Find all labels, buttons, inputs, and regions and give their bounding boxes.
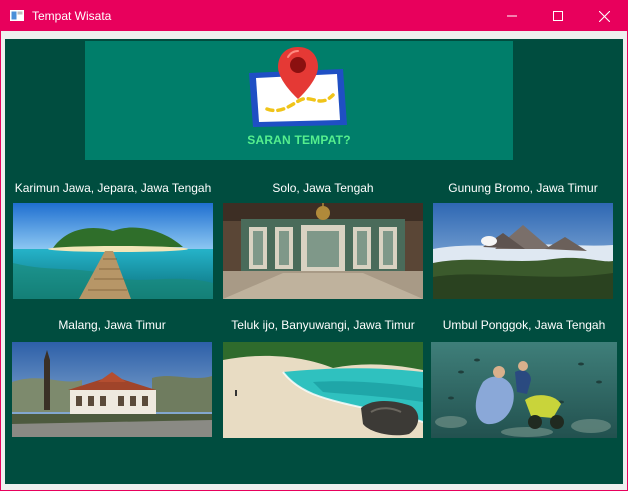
green-bay-beach-photo[interactable] <box>223 342 423 438</box>
minimize-icon <box>507 15 517 17</box>
minimize-button[interactable] <box>489 1 535 31</box>
header-panel: SARAN TEMPAT? <box>85 41 513 160</box>
palace-hall-photo[interactable] <box>223 203 423 299</box>
main-panel: SARAN TEMPAT? Karimun Jawa, Jepara, Jawa… <box>5 39 623 484</box>
title-bar[interactable]: Tempat Wisata <box>1 1 627 31</box>
app-window: Tempat Wisata SARAN TEMPAT? Karimun Jawa… <box>0 0 628 491</box>
map-pin-icon <box>249 47 347 127</box>
window-title: Tempat Wisata <box>32 9 112 23</box>
volcano-photo[interactable] <box>433 203 613 299</box>
place-label-malang: Malang, Jawa Timur <box>58 318 166 332</box>
underwater-scooter-photo[interactable] <box>431 342 617 438</box>
place-label-karimun: Karimun Jawa, Jepara, Jawa Tengah <box>14 181 212 195</box>
maximize-icon <box>553 11 563 21</box>
window-app-icon <box>10 10 24 21</box>
maximize-button[interactable] <box>535 1 581 31</box>
island-pier-photo[interactable] <box>13 203 213 299</box>
place-label-teluk-ijo: Teluk ijo, Banyuwangi, Jawa Timur <box>231 318 415 332</box>
close-button[interactable] <box>581 1 627 31</box>
close-icon <box>598 10 610 22</box>
place-label-bromo: Gunung Bromo, Jawa Timur <box>448 181 598 195</box>
place-label-solo: Solo, Jawa Tengah <box>272 181 374 195</box>
colonial-building-photo[interactable] <box>12 342 212 437</box>
place-label-umbul-ponggok: Umbul Ponggok, Jawa Tengah <box>442 318 606 332</box>
header-title: SARAN TEMPAT? <box>247 133 351 147</box>
